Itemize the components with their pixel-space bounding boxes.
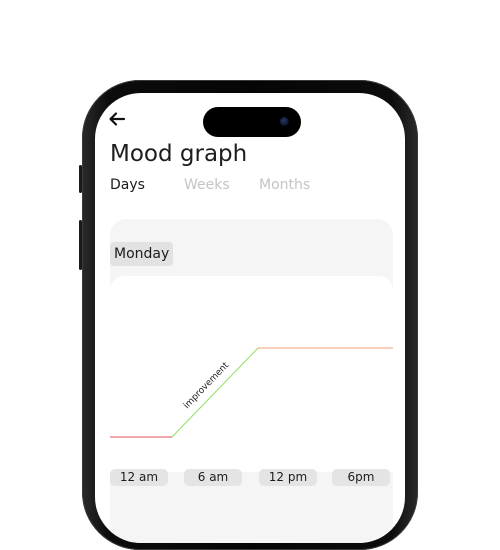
page-title: Mood graph	[110, 141, 248, 167]
x-tick-label: 12 pm	[259, 469, 317, 486]
mood-line-segment-improvement	[171, 347, 259, 438]
x-tick-label: 6 am	[184, 469, 242, 486]
mood-card: Monday improvement 12 am 6 am 12 pm 6pm	[110, 219, 393, 543]
tab-months[interactable]: Months	[259, 177, 310, 193]
arrow-left-icon[interactable]	[107, 109, 127, 129]
tab-weeks[interactable]: Weeks	[184, 177, 230, 193]
mood-graph-svg: improvement	[110, 347, 393, 438]
camera-icon	[280, 117, 289, 126]
day-label[interactable]: Monday	[110, 242, 174, 266]
x-tick-label: 6pm	[332, 469, 390, 486]
phone-side-button	[79, 165, 82, 193]
dynamic-island	[203, 107, 301, 137]
phone-side-button	[79, 220, 82, 270]
phone-screen: Mood graph Days Weeks Months Monday impr…	[95, 93, 405, 543]
tab-days[interactable]: Days	[110, 177, 145, 193]
mood-graph: improvement	[110, 276, 393, 472]
x-tick-label: 12 am	[110, 469, 168, 486]
annotation-label: improvement	[182, 360, 231, 411]
